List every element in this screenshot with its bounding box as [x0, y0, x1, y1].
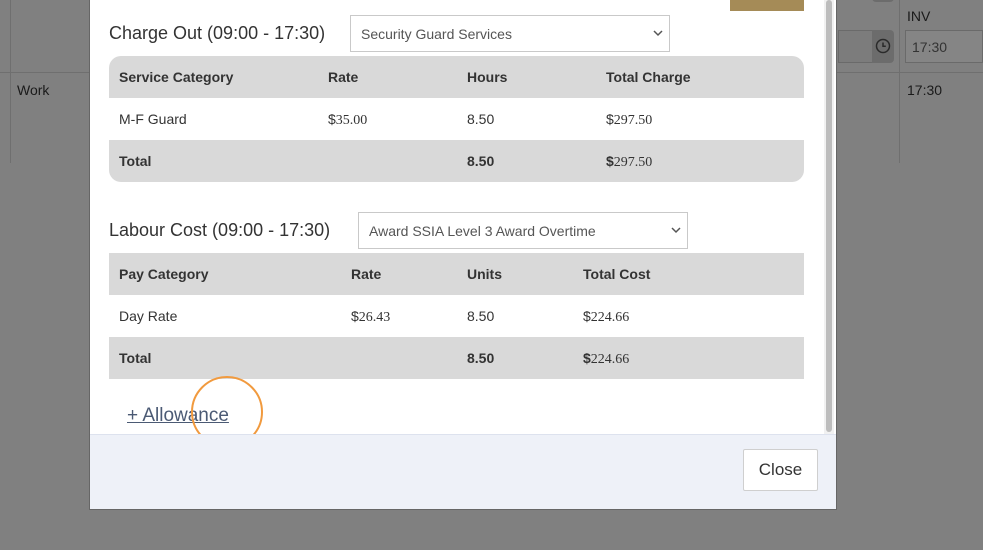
- column-header: Hours: [467, 69, 508, 85]
- close-button[interactable]: Close: [743, 449, 818, 491]
- service-select[interactable]: Security Guard Services: [350, 15, 670, 52]
- currency-symbol: $: [351, 308, 359, 324]
- currency-symbol: $: [583, 308, 591, 324]
- column-header: Total Cost: [583, 266, 651, 282]
- bg-button: [872, 0, 894, 2]
- modal-footer: [90, 434, 836, 509]
- hours-cell: 8.50: [467, 111, 495, 127]
- add-allowance-link[interactable]: + Allowance: [127, 405, 229, 427]
- award-select[interactable]: Award SSIA Level 3 Award Overtime: [358, 212, 688, 249]
- bg-column-divider: [10, 0, 11, 163]
- currency-symbol: $: [606, 111, 614, 127]
- award-select-value: Award SSIA Level 3 Award Overtime: [369, 223, 596, 239]
- table-total-row: Total 8.50 $224.66: [109, 337, 804, 379]
- bg-time-text: 17:30: [907, 82, 943, 98]
- shift-costing-modal: Charge Out (09:00 - 17:30) Security Guar…: [89, 0, 837, 510]
- bg-time-input: 17:30: [905, 30, 983, 63]
- column-header: Service Category: [119, 69, 234, 85]
- currency-symbol: $: [328, 111, 336, 127]
- bg-clock-button: [872, 30, 894, 63]
- rate-value: 35.00: [335, 113, 368, 128]
- column-header: Total Charge: [606, 69, 691, 85]
- table-total-row: Total 8.50 $297.50: [109, 140, 804, 182]
- clock-icon: [875, 38, 891, 54]
- chevron-down-icon: [653, 30, 663, 37]
- charge-out-title: Charge Out (09:00 - 17:30): [109, 23, 326, 43]
- total-label: Total: [119, 350, 152, 366]
- scrollbar-thumb[interactable]: [826, 0, 832, 432]
- table-row: Day Rate $26.43 8.50 $224.66: [109, 295, 804, 337]
- total-charge-value: 297.50: [613, 155, 653, 170]
- total-label: Total: [119, 153, 152, 169]
- bg-input-left: [838, 30, 872, 63]
- bg-column-header: INV: [907, 8, 931, 24]
- labour-cost-table: Pay Category Rate Units Total Cost Day R…: [109, 253, 804, 379]
- bg-row-label: Work: [17, 82, 50, 98]
- bg-column-divider: [899, 0, 900, 163]
- modal-body: Charge Out (09:00 - 17:30) Security Guar…: [90, 0, 836, 434]
- rate-cell: $26.43: [351, 295, 390, 339]
- total-charge-value: 297.50: [613, 113, 653, 128]
- charge-out-table: Service Category Rate Hours Total Charge…: [109, 56, 804, 182]
- currency-symbol: $: [583, 350, 591, 366]
- header-tab-edge: [730, 0, 804, 11]
- total-hours: 8.50: [467, 153, 495, 169]
- rate-value: 26.43: [358, 310, 391, 325]
- table-header-row: Pay Category Rate Units Total Cost: [109, 253, 804, 295]
- pay-category-cell: Day Rate: [119, 308, 178, 324]
- column-header: Rate: [351, 266, 382, 282]
- total-cost-value: 224.66: [590, 352, 630, 367]
- column-header: Rate: [328, 69, 359, 85]
- currency-symbol: $: [606, 153, 614, 169]
- service-category-cell: M-F Guard: [119, 111, 187, 127]
- units-cell: 8.50: [467, 308, 495, 324]
- column-header: Pay Category: [119, 266, 209, 282]
- table-row: M-F Guard $35.00 8.50 $297.50: [109, 98, 804, 140]
- rate-cell: $35.00: [328, 98, 367, 142]
- total-cost-value: 224.66: [590, 310, 630, 325]
- column-header: Units: [467, 266, 502, 282]
- total-cost-cell: $224.66: [583, 295, 629, 339]
- total-charge: $297.50: [606, 140, 652, 182]
- table-header-row: Service Category Rate Hours Total Charge: [109, 56, 804, 98]
- total-units: 8.50: [467, 350, 495, 366]
- chevron-down-icon: [671, 227, 681, 234]
- total-cost: $224.66: [583, 337, 629, 379]
- labour-cost-title: Labour Cost (09:00 - 17:30): [109, 220, 331, 240]
- service-select-value: Security Guard Services: [361, 26, 512, 42]
- total-charge-cell: $297.50: [606, 98, 652, 142]
